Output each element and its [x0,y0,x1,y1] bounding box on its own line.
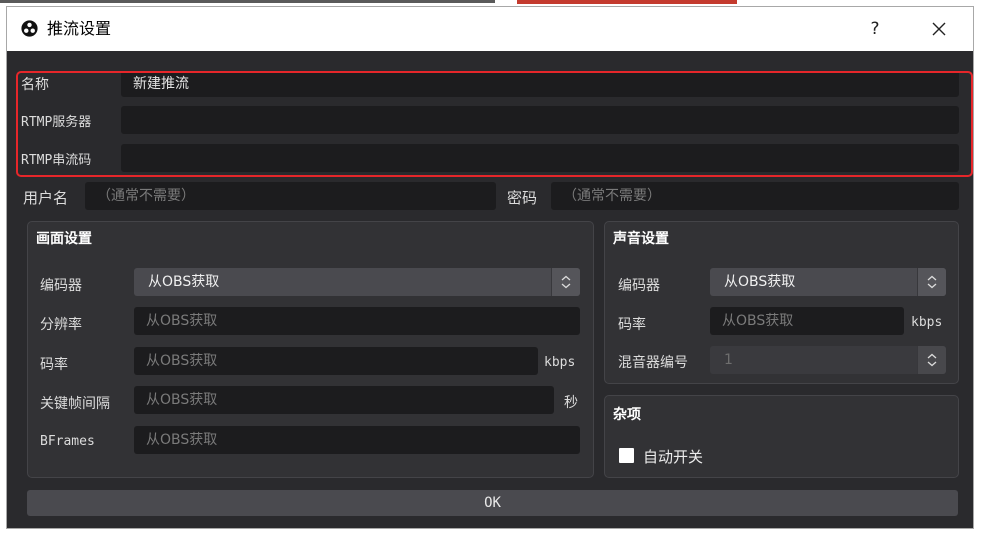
mixer-number-label: 混音器编号 [618,355,688,371]
audio-encoder-arrows [917,268,946,296]
video-settings-group: 画面设置 编码器 从OBS获取 分辨率 从OBS获取 码率 从OBS获取 kbp… [27,221,594,478]
audio-bitrate-placeholder: 从OBS获取 [722,313,794,329]
misc-title: 杂项 [613,407,641,423]
resolution-label: 分辨率 [40,317,82,333]
keyframe-interval-label: 关键帧间隔 [40,396,110,412]
bframes-field[interactable]: 从OBS获取 [134,426,580,454]
video-bitrate-placeholder: 从OBS获取 [146,353,218,369]
mixer-number-arrows [917,346,946,374]
username-label: 用户名 [23,189,69,207]
close-icon [932,22,946,36]
background-strip-red [517,0,737,4]
video-settings-title: 画面设置 [36,231,92,247]
video-encoder-value: 从OBS获取 [148,274,220,290]
audio-encoder-label: 编码器 [618,278,660,294]
password-label: 密码 [507,189,538,207]
password-field[interactable]: （通常不需要） [551,182,959,210]
rtmp-server-label: RTMP服务器 [21,115,92,130]
audio-encoder-select[interactable]: 从OBS获取 [710,268,946,296]
mixer-number-spinner[interactable]: 1 [710,346,946,374]
audio-settings-group: 声音设置 编码器 从OBS获取 码率 从OBS获取 kbps 混音器编号 1 [604,221,959,384]
misc-group: 杂项 自动开关 [604,395,959,478]
password-placeholder: （通常不需要） [563,188,661,204]
background-strip [0,0,495,3]
bframes-placeholder: 从OBS获取 [146,432,218,448]
video-bitrate-label: 码率 [40,357,68,373]
chevron-up-down-icon [561,275,571,289]
keyframe-interval-field[interactable]: 从OBS获取 [134,386,554,414]
username-placeholder: （通常不需要） [97,188,195,204]
video-bitrate-unit: kbps [544,355,576,370]
username-field[interactable]: （通常不需要） [85,182,496,210]
keyframe-interval-placeholder: 从OBS获取 [146,392,218,408]
obs-logo-icon [21,20,38,37]
autostart-label: 自动开关 [643,448,704,466]
video-bitrate-field[interactable]: 从OBS获取 [134,347,538,375]
ok-button[interactable]: OK [27,490,958,516]
rtmp-stream-key-field[interactable] [121,144,959,172]
name-field[interactable]: 新建推流 [121,71,959,97]
audio-encoder-value: 从OBS获取 [724,274,796,290]
video-encoder-label: 编码器 [40,278,82,294]
audio-bitrate-unit: kbps [911,315,943,330]
mixer-number-value: 1 [724,352,733,368]
name-label: 名称 [21,77,49,93]
audio-bitrate-field[interactable]: 从OBS获取 [710,307,904,335]
autostart-checkbox[interactable] [619,448,634,463]
chevron-up-down-icon [927,275,937,289]
keyframe-interval-unit: 秒 [564,395,578,411]
bframes-label: BFrames [40,434,95,449]
resolution-field[interactable]: 从OBS获取 [134,307,580,335]
audio-settings-title: 声音设置 [613,231,669,247]
dialog-title: 推流设置 [47,19,112,38]
title-bar: 推流设置 ? [7,7,973,51]
video-encoder-arrows [551,268,580,296]
help-button[interactable]: ? [855,7,895,51]
rtmp-stream-key-label: RTMP串流码 [21,153,92,168]
video-encoder-select[interactable]: 从OBS获取 [134,268,580,296]
resolution-placeholder: 从OBS获取 [146,313,218,329]
stream-settings-dialog: 推流设置 ? 名称 新建推流 RTMP服务器 RTMP串流码 用户名 （通常不需… [6,6,974,529]
audio-bitrate-label: 码率 [618,317,646,333]
close-button[interactable] [919,7,959,51]
chevron-up-down-icon [927,353,937,367]
rtmp-server-field[interactable] [121,106,959,134]
